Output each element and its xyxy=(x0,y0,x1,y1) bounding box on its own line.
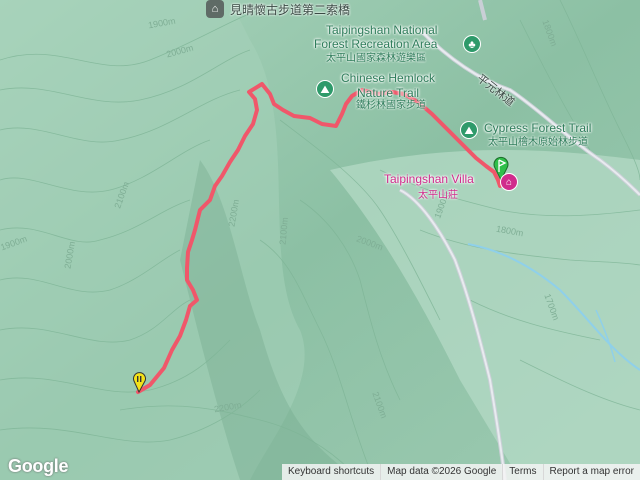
villa-label[interactable]: Taipingshan Villa xyxy=(384,172,474,186)
tree-icon[interactable]: ♣ xyxy=(463,35,481,53)
keyboard-shortcuts-link[interactable]: Keyboard shortcuts xyxy=(282,464,380,480)
cypress-trail-label[interactable]: Cypress Forest Trail xyxy=(484,122,591,135)
hotel-icon[interactable]: ⌂ xyxy=(500,173,518,191)
map-data-attribution: Map data ©2026 Google xyxy=(380,464,502,480)
recreation-area-label-zh[interactable]: 太平山國家森林遊樂區 xyxy=(326,53,426,64)
terms-link[interactable]: Terms xyxy=(502,464,542,480)
bridge-label[interactable]: 見晴懷古步道第二索橋 xyxy=(230,1,350,18)
recreation-area-label-line1[interactable]: Taipingshan National xyxy=(326,24,437,37)
bridge-icon[interactable]: ⌂ xyxy=(206,0,224,18)
map-canvas[interactable] xyxy=(0,0,640,480)
map-footer: Keyboard shortcuts Map data ©2026 Google… xyxy=(281,464,640,480)
villa-label-zh[interactable]: 太平山莊 xyxy=(418,186,458,201)
google-logo: Google xyxy=(8,456,69,476)
recreation-area-label-line2[interactable]: Forest Recreation Area xyxy=(314,38,437,51)
hiking-icon[interactable]: ⛰ xyxy=(316,80,334,98)
report-map-error-link[interactable]: Report a map error xyxy=(542,464,640,480)
cypress-trail-label-zh[interactable]: 太平山檜木原始林步道 xyxy=(488,137,588,148)
hemlock-trail-label-line1[interactable]: Chinese Hemlock xyxy=(341,72,435,85)
hiking-icon[interactable]: ⛰ xyxy=(460,121,478,139)
hemlock-trail-label-zh[interactable]: 鐵杉林國家步道 xyxy=(356,100,426,111)
hemlock-trail-label-line2[interactable]: Nature Trail xyxy=(357,87,419,100)
